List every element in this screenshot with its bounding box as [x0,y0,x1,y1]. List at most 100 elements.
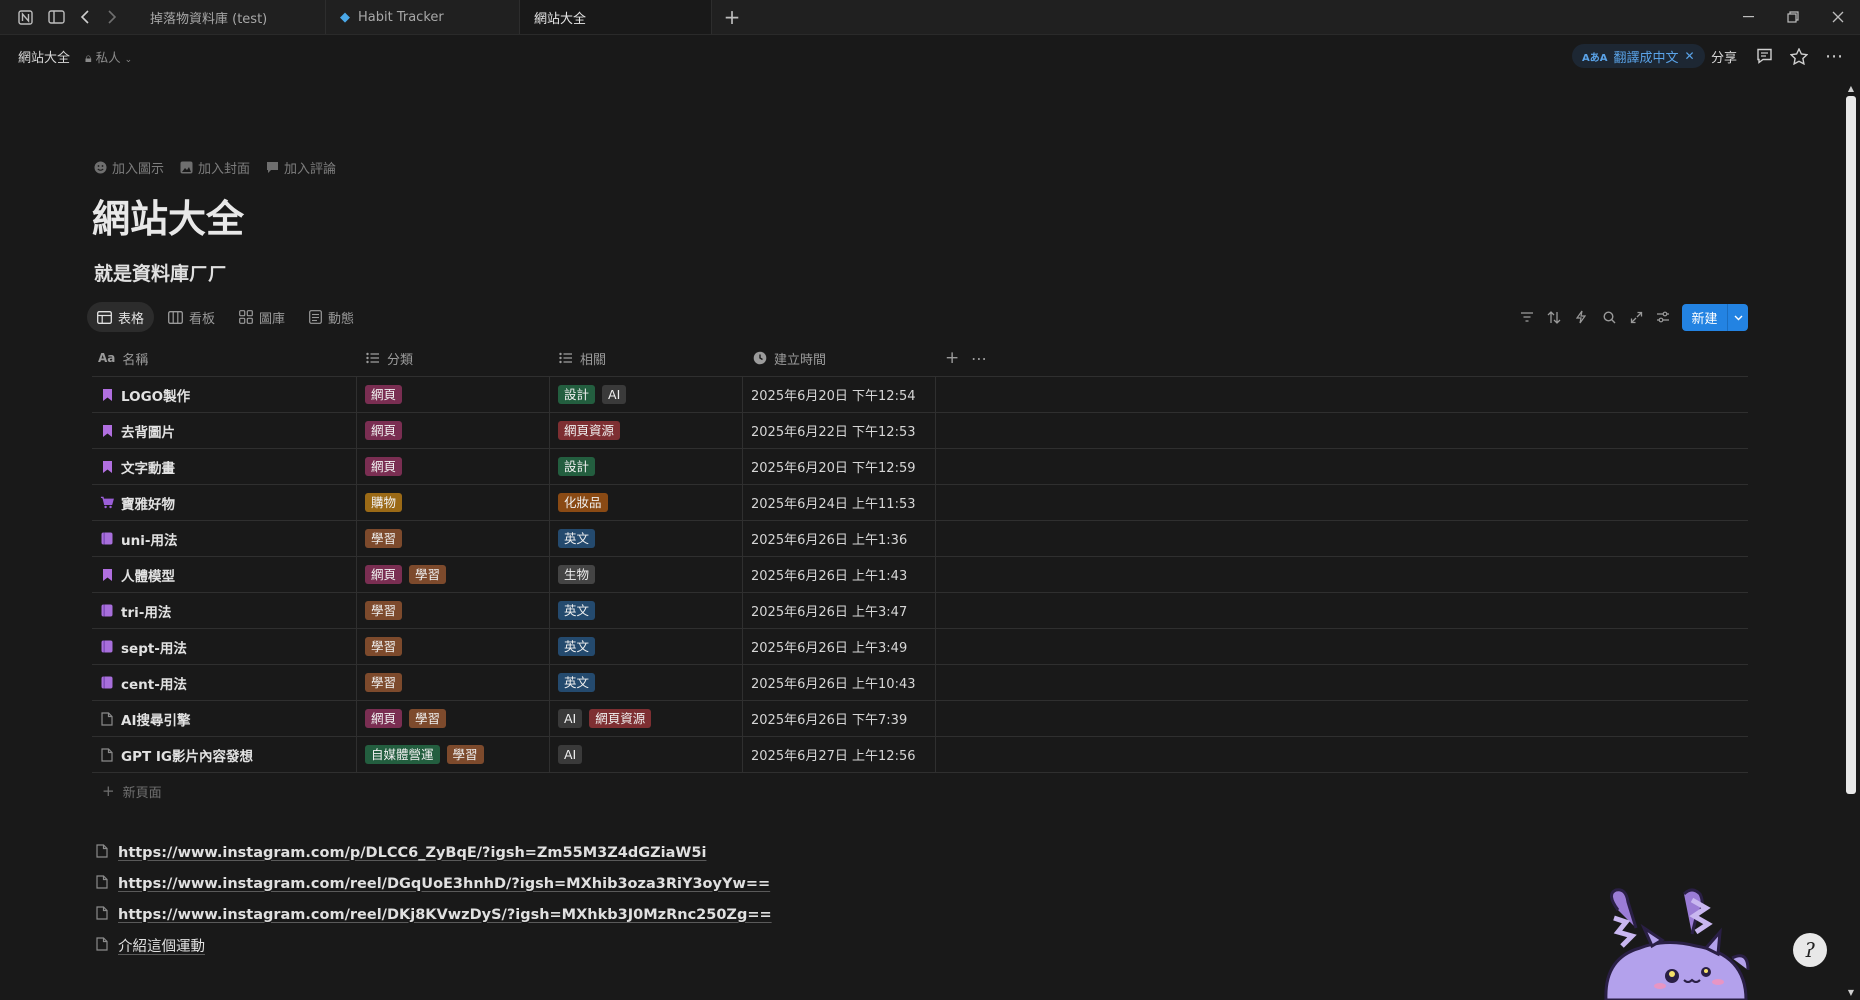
tag-rel[interactable]: 網頁資源 [589,709,652,728]
cell-name[interactable]: LOGO製作 [92,377,357,412]
sort-icon[interactable] [1542,303,1566,331]
tag-cat[interactable]: 網頁 [365,385,403,404]
add-new-page-row[interactable]: + 新頁面 [92,773,1748,809]
cell-name[interactable]: 去背圖片 [92,413,357,448]
tag-cat[interactable]: 學習 [446,745,484,764]
table-row[interactable]: AI搜尋引擎 網頁 學習 AI 網頁資源 2025年6月26日 下午7:39 [92,701,1748,737]
tag-cat[interactable]: 學習 [365,637,403,656]
column-header-related[interactable]: 相關 [559,340,606,376]
star-icon[interactable] [1787,44,1811,68]
tag-cat[interactable]: 學習 [409,709,447,728]
database-title[interactable]: 就是資料庫ㄏㄏ [94,259,227,286]
expand-icon[interactable] [1624,303,1648,331]
tag-cat[interactable]: 學習 [365,529,403,548]
page-link-item[interactable]: https://www.instagram.com/reel/DGqUoE3hn… [96,868,772,899]
automation-lightning-icon[interactable] [1569,303,1593,331]
cell-category[interactable]: 網頁 [357,449,550,484]
settings-sliders-icon[interactable] [1651,303,1675,331]
cell-category[interactable]: 網頁 [357,413,550,448]
table-row[interactable]: 去背圖片 網頁 網頁資源 2025年6月22日 下午12:53 [92,413,1748,449]
tag-rel[interactable]: 生物 [558,565,596,584]
tag-cat[interactable]: 自媒體營運 [365,745,440,764]
close-translate-icon[interactable]: ✕ [1685,49,1695,63]
cell-name[interactable]: 寶雅好物 [92,485,357,520]
table-row[interactable]: 寶雅好物 購物 化妝品 2025年6月24日 上午11:53 [92,485,1748,521]
tag-rel[interactable]: 英文 [558,529,596,548]
add-comment-button[interactable]: 加入評論 [266,158,336,177]
cell-related[interactable]: AI 網頁資源 [550,701,743,736]
cell-related[interactable]: 英文 [550,521,743,556]
table-row[interactable]: LOGO製作 網頁 設計 AI 2025年6月20日 下午12:54 [92,377,1748,413]
table-row[interactable]: 文字動畫 網頁 設計 2025年6月20日 下午12:59 [92,449,1748,485]
chevron-down-icon[interactable] [1727,304,1748,331]
cell-related[interactable]: 設計 [550,449,743,484]
cell-related[interactable]: 化妝品 [550,485,743,520]
filter-icon[interactable] [1515,303,1539,331]
scroll-up-arrow-icon[interactable]: ▲ [1845,84,1857,94]
privacy-selector[interactable]: 🔒︎ 私人 ⌄ [85,47,132,66]
tag-rel[interactable]: 英文 [558,673,596,692]
share-button[interactable]: 分享 [1711,47,1737,66]
tag-cat[interactable]: 學習 [409,565,447,584]
tab-item-habit-tracker[interactable]: ◆ Habit Tracker [326,0,520,34]
translate-pill[interactable]: AあA 翻譯成中文 ✕ [1572,44,1705,68]
notion-logo-icon[interactable] [11,0,39,34]
tag-rel[interactable]: 設計 [558,385,596,404]
tag-rel[interactable]: 英文 [558,601,596,620]
tag-cat[interactable]: 網頁 [365,421,403,440]
cell-related[interactable]: 英文 [550,665,743,700]
column-header-created-time[interactable]: 建立時間 [753,340,826,376]
table-row[interactable]: sept-用法 學習 英文 2025年6月26日 上午3:49 [92,629,1748,665]
tag-rel[interactable]: 設計 [558,457,596,476]
help-button[interactable]: ʔ [1793,933,1827,967]
page-link-text[interactable]: 介紹這個運動 [118,935,205,956]
tag-cat[interactable]: 學習 [365,673,403,692]
cell-related[interactable]: 生物 [550,557,743,592]
page-link-item[interactable]: https://www.instagram.com/p/DLCC6_ZyBqE/… [96,837,772,868]
add-column-plus-icon[interactable]: + [945,340,959,376]
cell-name[interactable]: uni-用法 [92,521,357,556]
close-window-icon[interactable] [1818,0,1858,34]
add-cover-button[interactable]: 加入封面 [180,158,250,177]
cell-category[interactable]: 學習 [357,665,550,700]
cell-name[interactable]: cent-用法 [92,665,357,700]
tag-rel[interactable]: AI [558,745,583,764]
table-row[interactable]: GPT IG影片內容發想 自媒體營運 學習 AI 2025年6月27日 上午12:… [92,737,1748,773]
cell-name[interactable]: GPT IG影片內容發想 [92,737,357,772]
add-icon-button[interactable]: 加入圖示 [94,158,164,177]
breadcrumb[interactable]: 網站大全 [18,47,70,66]
cell-related[interactable]: 英文 [550,593,743,628]
minimize-icon[interactable] [1728,0,1768,34]
column-more-icon[interactable]: ⋯ [971,340,987,376]
tag-cat[interactable]: 網頁 [365,709,403,728]
page-link-item[interactable]: https://www.instagram.com/reel/DKj8KVwzD… [96,899,772,930]
tag-rel[interactable]: 網頁資源 [558,421,621,440]
tag-rel[interactable]: AI [558,709,583,728]
cell-name[interactable]: sept-用法 [92,629,357,664]
cell-category[interactable]: 網頁 學習 [357,701,550,736]
tag-rel[interactable]: 化妝品 [558,493,608,512]
cell-category[interactable]: 購物 [357,485,550,520]
cell-name[interactable]: 文字動畫 [92,449,357,484]
tag-cat[interactable]: 購物 [365,493,403,512]
tag-cat[interactable]: 網頁 [365,565,403,584]
back-icon[interactable] [71,0,99,34]
tag-cat[interactable]: 學習 [365,601,403,620]
tag-cat[interactable]: 網頁 [365,457,403,476]
tab-item-drop-database[interactable]: 掉落物資料庫 (test) [136,0,326,34]
table-row[interactable]: 人體模型 網頁 學習 生物 2025年6月26日 上午1:43 [92,557,1748,593]
column-header-category[interactable]: 分類 [366,340,413,376]
restore-icon[interactable] [1773,0,1813,34]
tag-rel[interactable]: AI [602,385,627,404]
new-button[interactable]: 新建 [1682,304,1748,331]
page-link-text[interactable]: https://www.instagram.com/p/DLCC6_ZyBqE/… [118,845,706,861]
sidebar-toggle-icon[interactable] [42,0,70,34]
page-link-text[interactable]: https://www.instagram.com/reel/DGqUoE3hn… [118,876,770,892]
tag-rel[interactable]: 英文 [558,637,596,656]
cell-category[interactable]: 自媒體營運 學習 [357,737,550,772]
scroll-down-arrow-icon[interactable]: ▼ [1845,988,1857,998]
cell-category[interactable]: 網頁 [357,377,550,412]
cell-name[interactable]: tri-用法 [92,593,357,628]
cell-category[interactable]: 學習 [357,629,550,664]
comment-icon[interactable] [1752,44,1776,68]
